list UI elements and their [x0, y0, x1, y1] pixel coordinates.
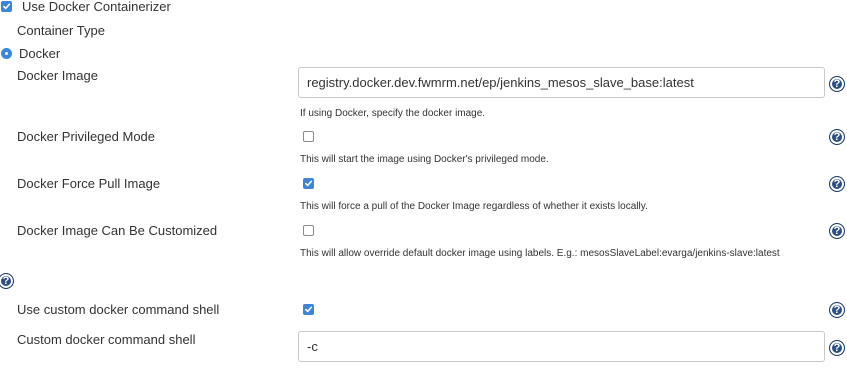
privileged-mode-label: Docker Privileged Mode	[17, 129, 156, 144]
docker-image-input[interactable]: registry.docker.dev.fwmrm.net/ep/jenkins…	[298, 67, 825, 98]
custom-shell-cmd-label: Custom docker command shell	[17, 332, 196, 347]
privileged-mode-checkbox[interactable]	[303, 131, 314, 142]
custom-shell-checkbox[interactable]	[303, 304, 314, 315]
customizable-label: Docker Image Can Be Customized	[17, 223, 218, 238]
docker-radio-label: Docker	[19, 46, 61, 61]
privileged-mode-description: This will start the image using Docker's…	[300, 154, 549, 165]
docker-image-label: Docker Image	[17, 68, 98, 83]
force-pull-help-icon[interactable]: ?	[829, 176, 845, 192]
checkmark-icon	[305, 306, 313, 313]
docker-image-description: If using Docker, specify the docker imag…	[300, 108, 486, 119]
customizable-checkbox[interactable]	[303, 225, 314, 236]
custom-shell-label: Use custom docker command shell	[17, 302, 220, 317]
force-pull-checkbox[interactable]	[303, 178, 314, 189]
customizable-help-icon[interactable]: ?	[829, 223, 845, 239]
use-docker-checkbox[interactable]	[1, 1, 12, 12]
privileged-mode-help-icon[interactable]: ?	[829, 129, 845, 145]
force-pull-label: Docker Force Pull Image	[17, 176, 161, 191]
force-pull-description: This will force a pull of the Docker Ima…	[300, 201, 648, 212]
customizable-description: This will allow override default docker …	[300, 248, 780, 259]
section-help-icon[interactable]: ?	[0, 273, 14, 289]
checkmark-icon	[3, 3, 11, 10]
custom-shell-help-icon[interactable]: ?	[829, 302, 845, 318]
docker-radio[interactable]	[1, 48, 12, 59]
use-docker-label: Use Docker Containerizer	[22, 0, 171, 14]
checkmark-icon	[305, 180, 313, 187]
custom-shell-cmd-input[interactable]: -c	[298, 331, 825, 362]
docker-image-help-icon[interactable]: ?	[829, 76, 845, 92]
container-type-label: Container Type	[17, 23, 105, 38]
custom-shell-cmd-help-icon[interactable]: ?	[829, 340, 845, 356]
